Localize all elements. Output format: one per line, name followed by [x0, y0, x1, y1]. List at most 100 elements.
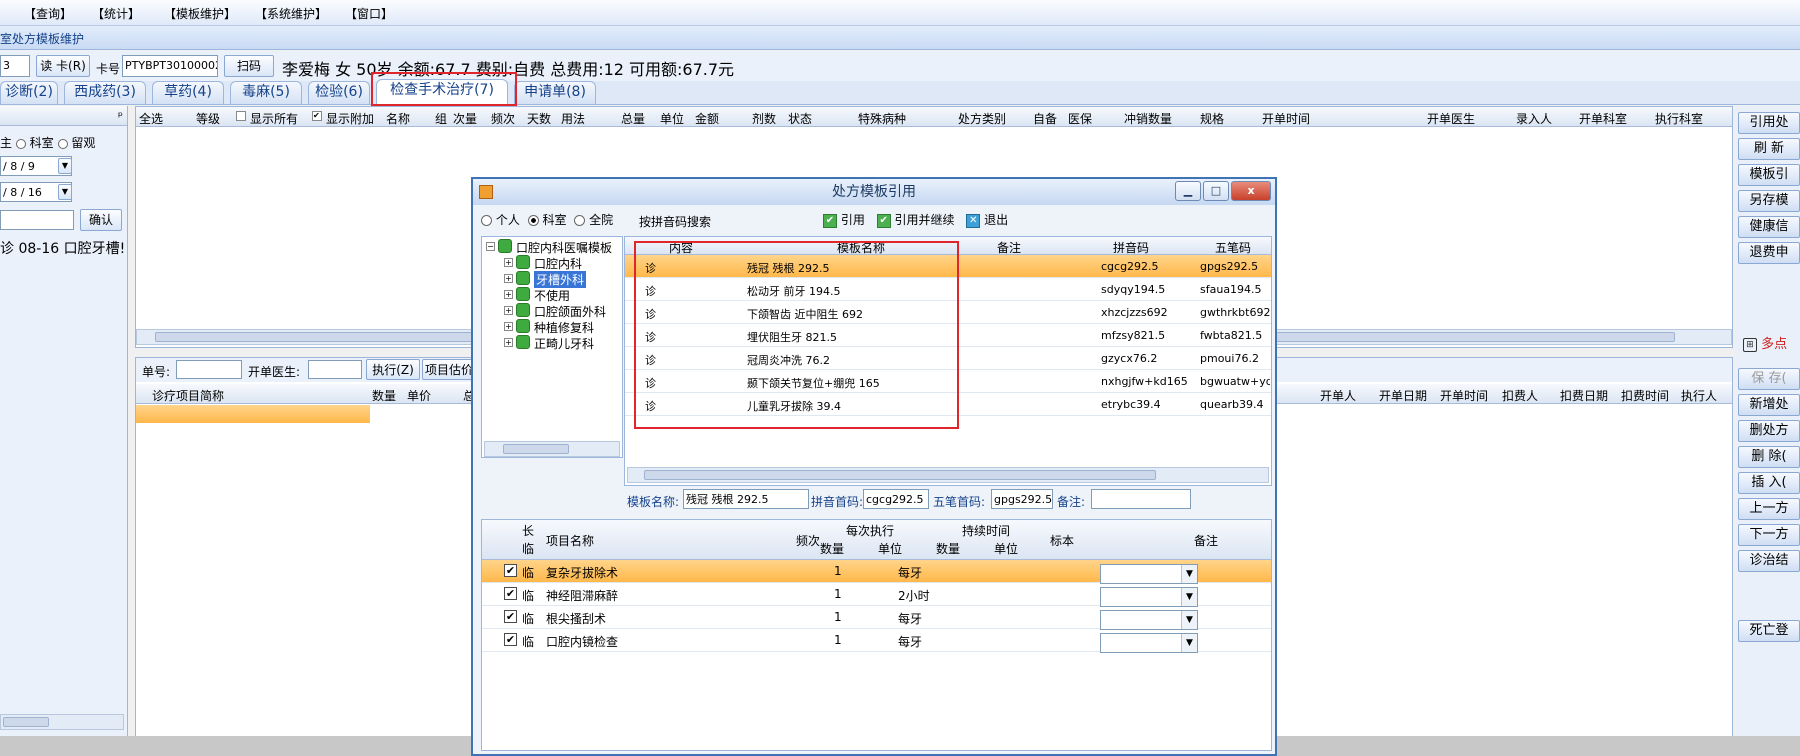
refund-apply-button[interactable]: 退费申 [1738, 242, 1800, 264]
scope-observe-label[interactable]: 留观 [71, 136, 95, 150]
tree-node-unused[interactable]: 不使用 [534, 287, 570, 304]
collapse-root-icon[interactable]: − [486, 242, 495, 251]
radio-personal[interactable] [481, 215, 492, 226]
pinyin-field[interactable]: cgcg292.5 [863, 489, 929, 509]
show-extra-checkbox[interactable]: ✔ [312, 111, 322, 121]
left-scroll-thumb[interactable] [3, 717, 49, 727]
cite-button[interactable]: 引用 [841, 213, 865, 227]
read-card-button[interactable]: 读 卡(R) [36, 55, 90, 77]
search-field[interactable] [0, 210, 74, 230]
card-prefix-field[interactable]: 3 [0, 55, 30, 77]
cite-continue-button[interactable]: 引用并继续 [895, 213, 955, 227]
doctor-field[interactable] [308, 360, 362, 379]
project-row[interactable]: ✔ 临 根尖搔刮术 1 每牙 ▼ [482, 606, 1271, 630]
show-all-checkbox[interactable] [236, 111, 246, 121]
tab-diagnosis[interactable]: 诊断(2) [0, 81, 58, 104]
scope-dept-label[interactable]: 科室 [30, 136, 54, 150]
row-checkbox[interactable]: ✔ [504, 633, 517, 646]
template-table-scroll-thumb[interactable] [644, 470, 1156, 480]
expand-icon[interactable]: + [504, 290, 513, 299]
tree-node-implant[interactable]: 种植修复科 [534, 319, 594, 336]
visit-record[interactable]: 诊 08-16 口腔牙槽! [0, 238, 125, 258]
specimen-select[interactable]: ▼ [1100, 610, 1198, 630]
chevron-down-icon[interactable]: ▼ [1181, 611, 1197, 629]
chevron-down-icon[interactable]: ▼ [1181, 588, 1197, 606]
note-field[interactable] [1091, 489, 1191, 509]
treatment-end-button[interactable]: 诊治结 [1738, 550, 1800, 572]
template-table-scrollbar[interactable] [627, 467, 1269, 483]
expand-icon[interactable]: + [504, 338, 513, 347]
menu-system[interactable]: 【系统维护】 [255, 5, 327, 22]
bill-no-field[interactable] [176, 360, 242, 379]
maximize-icon[interactable]: □ [1203, 181, 1229, 201]
date-to-dropdown-icon[interactable]: ▼ [58, 184, 72, 200]
expand-icon[interactable]: + [504, 258, 513, 267]
expand-icon[interactable]: + [504, 322, 513, 331]
tab-herbal[interactable]: 草药(4) [152, 81, 224, 104]
execute-button[interactable]: 执行(Z) [366, 359, 420, 380]
exit-button[interactable]: 退出 [984, 213, 1008, 227]
scope-hospital-label[interactable]: 全院 [589, 213, 613, 227]
insert-button[interactable]: 插 入( [1738, 472, 1800, 494]
project-row[interactable]: ✔ 临 复杂牙拔除术 1 每牙 ▼ [482, 560, 1271, 584]
row-checkbox[interactable]: ✔ [504, 587, 517, 600]
scope-personal-label[interactable]: 个人 [496, 213, 520, 227]
specimen-select[interactable]: ▼ [1100, 587, 1198, 607]
fee-row-selected[interactable] [136, 405, 370, 423]
tab-narcotic[interactable]: 毒麻(5) [230, 81, 302, 104]
expand-icon[interactable]: + [504, 274, 513, 283]
cite-rx-button[interactable]: 引用处 [1738, 112, 1800, 134]
tree-node-orthodontic[interactable]: 正畸儿牙科 [534, 335, 594, 352]
estimate-button[interactable]: 项目估价 [422, 359, 476, 380]
radio-hospital[interactable] [574, 215, 586, 226]
prev-rx-button[interactable]: 上一方 [1738, 498, 1800, 520]
tree-root[interactable]: 口腔内科医嘱模板 [516, 239, 612, 256]
scope-main-label[interactable]: 主 [0, 136, 12, 150]
specimen-select[interactable]: ▼ [1100, 564, 1198, 584]
chevron-down-icon[interactable]: ▼ [1181, 565, 1197, 583]
tab-western-medicine[interactable]: 西成药(3) [64, 81, 146, 104]
new-rx-button[interactable]: 新增处 [1738, 394, 1800, 416]
save-as-template-button[interactable]: 另存模 [1738, 190, 1800, 212]
tree-node-maxillofacial[interactable]: 口腔颌面外科 [534, 303, 606, 320]
search-mode-label[interactable]: 按拼音码搜索 [639, 213, 711, 230]
scope-dept-label[interactable]: 科室 [543, 213, 567, 227]
delete-button[interactable]: 删 除( [1738, 446, 1800, 468]
confirm-button[interactable]: 确认 [80, 209, 122, 231]
health-info-button[interactable]: 健康信 [1738, 216, 1800, 238]
wubi-field[interactable]: gpgs292.5 [991, 489, 1053, 509]
death-register-button[interactable]: 死亡登 [1738, 620, 1800, 642]
multi-point-button[interactable]: ⊞ 多点 [1738, 334, 1800, 356]
menu-template[interactable]: 【模板维护】 [164, 5, 236, 22]
tree-scrollbar[interactable] [484, 441, 620, 457]
menu-query[interactable]: 【查询】 [24, 5, 72, 22]
template-cite-button[interactable]: 模板引 [1738, 164, 1800, 186]
project-row[interactable]: ✔ 临 口腔内镜检查 1 每牙 ▼ [482, 629, 1271, 653]
col-show-extra[interactable]: 显示附加 [326, 110, 374, 127]
close-icon[interactable]: x [1231, 181, 1271, 201]
tree-scroll-thumb[interactable] [503, 444, 569, 454]
project-row[interactable]: ✔ 临 神经阻滞麻醉 1 2小时 ▼ [482, 583, 1271, 607]
row-checkbox[interactable]: ✔ [504, 564, 517, 577]
radio-dept[interactable] [15, 138, 26, 149]
col-select-all[interactable]: 全选 [139, 110, 163, 127]
radio-observe[interactable] [57, 138, 68, 149]
specimen-select[interactable]: ▼ [1100, 633, 1198, 653]
template-name-field[interactable]: 残冠 残根 292.5 [683, 489, 809, 509]
row-checkbox[interactable]: ✔ [504, 610, 517, 623]
radio-dept-selected[interactable] [527, 215, 539, 226]
expand-icon[interactable]: + [504, 306, 513, 315]
menu-stats[interactable]: 【统计】 [92, 5, 140, 22]
save-button[interactable]: 保 存( [1738, 368, 1800, 390]
tab-lab-test[interactable]: 检验(6) [308, 81, 370, 104]
tree-node-oral-internal[interactable]: 口腔内科 [534, 255, 582, 272]
scan-button[interactable]: 扫码 [224, 55, 274, 77]
next-rx-button[interactable]: 下一方 [1738, 524, 1800, 546]
card-number-field[interactable]: PTYBPT301000022 [122, 55, 218, 77]
menu-window[interactable]: 【窗口】 [345, 5, 393, 22]
tree-node-alveolar-surgery[interactable]: 牙槽外科 [534, 271, 587, 288]
col-show-all[interactable]: 显示所有 [250, 110, 298, 127]
date-from-dropdown-icon[interactable]: ▼ [58, 158, 72, 174]
left-scrollbar[interactable] [0, 714, 124, 730]
chevron-down-icon[interactable]: ▼ [1181, 634, 1197, 652]
